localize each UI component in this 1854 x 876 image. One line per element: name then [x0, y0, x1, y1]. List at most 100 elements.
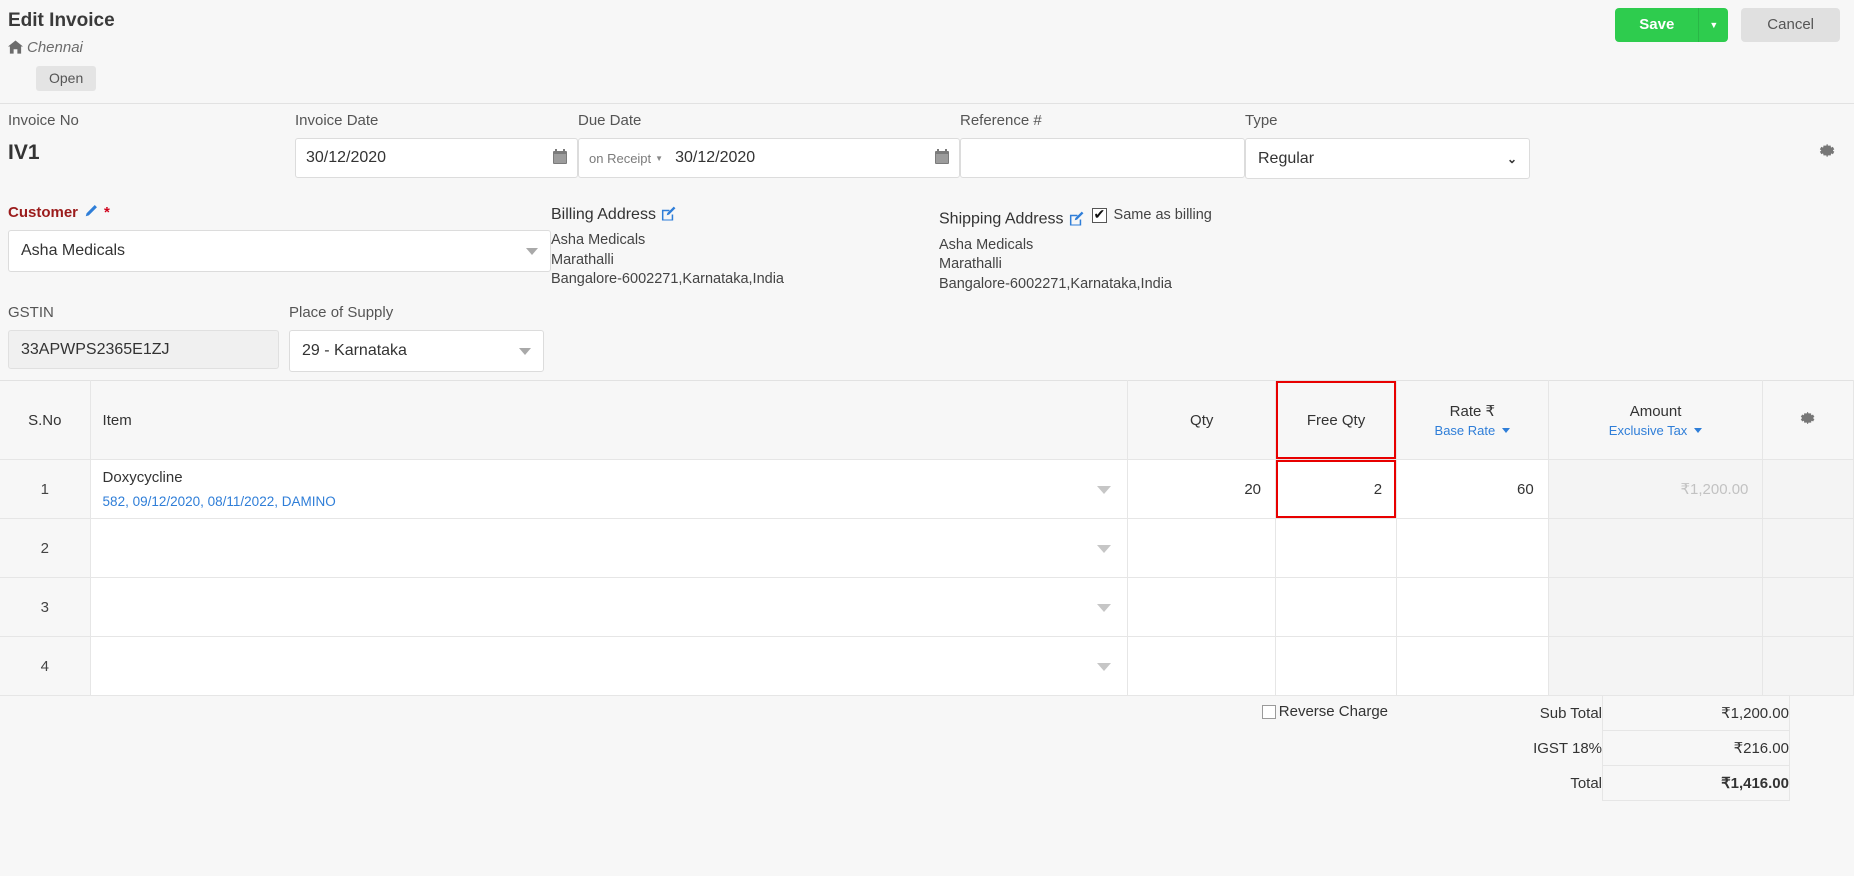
calendar-icon[interactable] — [553, 148, 567, 168]
pencil-icon[interactable] — [84, 205, 98, 222]
sub-total-row: Sub Total ₹1,200.00 — [1392, 696, 1854, 731]
row-item-cell[interactable] — [90, 636, 1129, 696]
customer-label-text: Customer — [8, 204, 79, 221]
due-date-value: 30/12/2020 — [675, 149, 756, 166]
row-qty[interactable]: 20 — [1127, 459, 1276, 519]
reverse-charge-checkbox[interactable] — [1261, 704, 1276, 719]
form-area: Invoice No IV1 Invoice Date 30/12/2020 D… — [0, 104, 1854, 380]
row-amount: ₹1,200.00 — [1548, 459, 1764, 519]
cancel-button[interactable]: Cancel — [1741, 8, 1840, 42]
row-actions[interactable] — [1762, 459, 1854, 519]
column-header-amount-text: Amount — [1629, 402, 1682, 420]
caret-down-icon[interactable] — [1097, 545, 1112, 553]
rate-mode-label: Base Rate — [1434, 423, 1496, 438]
edit-square-icon[interactable] — [1069, 211, 1084, 232]
save-dropdown-caret-icon[interactable]: ▼ — [1698, 8, 1729, 42]
due-date-label: Due Date — [578, 112, 642, 129]
caret-down-icon — [519, 347, 531, 355]
type-value: Regular — [1258, 149, 1315, 167]
row-actions[interactable] — [1762, 518, 1854, 578]
customer-value: Asha Medicals — [21, 242, 126, 259]
type-label: Type — [1245, 112, 1278, 129]
invoice-meta-row: Invoice No IV1 Invoice Date 30/12/2020 D… — [0, 112, 1854, 190]
shipping-address-title: Shipping Address Same as billing — [939, 205, 1359, 232]
row-item-cell[interactable]: Doxycycline 582, 09/12/2020, 08/11/2022,… — [90, 459, 1129, 519]
total-label: Total — [1392, 765, 1603, 801]
items-table: S.No Item Qty Free Qty Rate ₹ Base Rate … — [0, 380, 1854, 696]
gstin-value: 33APWPS2365E1ZJ — [21, 340, 170, 358]
header-actions: Save ▼ Cancel — [1615, 8, 1840, 42]
same-as-billing-control[interactable]: Same as billing — [1091, 205, 1212, 225]
totals-spacer — [1790, 696, 1854, 731]
reference-input[interactable] — [960, 138, 1245, 178]
row-free-qty[interactable]: 2 — [1275, 459, 1398, 519]
row-rate[interactable] — [1396, 577, 1549, 637]
place-of-supply-label: Place of Supply — [289, 304, 394, 321]
row-free-qty[interactable] — [1275, 518, 1398, 578]
chevron-down-icon: ⌄ — [1506, 151, 1517, 166]
row-qty[interactable] — [1127, 636, 1276, 696]
gstin-input[interactable]: 33APWPS2365E1ZJ — [8, 330, 279, 369]
required-asterisk: * — [104, 204, 110, 221]
row-actions[interactable] — [1762, 636, 1854, 696]
caret-down-icon[interactable] — [1097, 604, 1112, 612]
invoice-date-value: 30/12/2020 — [306, 149, 387, 166]
rate-mode-dropdown[interactable]: Base Rate — [1409, 423, 1536, 438]
table-row: 4 — [0, 636, 1854, 696]
save-button[interactable]: Save — [1615, 8, 1699, 42]
row-rate[interactable] — [1396, 518, 1549, 578]
billing-address-line-1: Asha Medicals — [551, 232, 646, 248]
column-header-settings — [1762, 380, 1854, 460]
row-item-name: Doxycycline — [102, 469, 183, 486]
gear-icon[interactable] — [1819, 142, 1836, 164]
row-item-cell[interactable] — [90, 518, 1129, 578]
gear-icon[interactable] — [1800, 412, 1816, 430]
tax-value: ₹216.00 — [1602, 730, 1790, 766]
due-date-term-caret-icon[interactable]: ▼ — [655, 154, 663, 163]
row-sno: 1 — [0, 459, 91, 519]
customer-label: Customer * — [8, 204, 551, 223]
amount-tax-mode-label: Exclusive Tax — [1608, 422, 1688, 438]
invoice-date-input[interactable]: 30/12/2020 — [295, 138, 578, 178]
due-date-term[interactable]: on Receipt — [589, 151, 651, 166]
field-reference: Reference # — [960, 112, 1245, 178]
row-amount — [1548, 577, 1764, 637]
column-header-amount: Amount Exclusive Tax — [1548, 380, 1764, 460]
row-sno: 3 — [0, 577, 91, 637]
type-select[interactable]: Regular ⌄ — [1245, 138, 1530, 179]
edit-square-icon[interactable] — [661, 206, 676, 227]
place-of-supply-value: 29 - Karnataka — [302, 342, 407, 359]
field-due-date: Due Date on Receipt ▼ 30/12/2020 — [578, 112, 960, 178]
caret-down-icon — [526, 247, 538, 255]
row-rate[interactable]: 60 — [1396, 459, 1549, 519]
field-invoice-date: Invoice Date 30/12/2020 — [295, 112, 578, 178]
sub-total-label: Sub Total — [1392, 696, 1603, 731]
due-date-input[interactable]: on Receipt ▼ 30/12/2020 — [578, 138, 960, 178]
row-rate[interactable] — [1396, 636, 1549, 696]
shipping-address-line-2: Marathalli — [939, 256, 1002, 272]
row-qty[interactable] — [1127, 577, 1276, 637]
caret-down-icon[interactable] — [1097, 486, 1112, 494]
items-table-header-row: S.No Item Qty Free Qty Rate ₹ Base Rate … — [0, 380, 1854, 460]
page-header: Edit Invoice Chennai Open Save ▼ Cancel — [0, 0, 1854, 104]
row-free-qty[interactable] — [1275, 577, 1398, 637]
breadcrumb-location[interactable]: Chennai — [27, 39, 83, 56]
row-item-cell[interactable] — [90, 577, 1129, 637]
same-as-billing-checkbox[interactable] — [1091, 205, 1107, 223]
breadcrumb: Chennai — [8, 37, 1854, 61]
row-qty[interactable] — [1127, 518, 1276, 578]
calendar-icon[interactable] — [935, 148, 949, 168]
row-actions[interactable] — [1762, 577, 1854, 637]
reverse-charge-control[interactable]: Reverse Charge — [1261, 703, 1388, 720]
amount-tax-mode-dropdown[interactable]: Exclusive Tax — [1561, 423, 1751, 438]
row-item-batch-link[interactable]: 582, 09/12/2020, 08/11/2022, DAMINO — [103, 493, 1116, 510]
caret-down-icon — [1502, 428, 1511, 433]
table-row: 1 Doxycycline 582, 09/12/2020, 08/11/202… — [0, 459, 1854, 519]
place-of-supply-select[interactable]: 29 - Karnataka — [289, 330, 544, 372]
total-value: ₹1,416.00 — [1602, 765, 1790, 801]
page-title: Edit Invoice — [8, 10, 115, 31]
row-free-qty[interactable] — [1275, 636, 1398, 696]
customer-select[interactable]: Asha Medicals — [8, 230, 551, 272]
invoice-date-label: Invoice Date — [295, 112, 379, 129]
caret-down-icon[interactable] — [1097, 663, 1112, 671]
